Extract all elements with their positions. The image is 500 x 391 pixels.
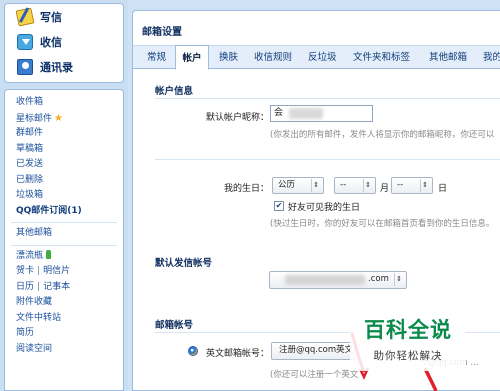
sidebar-item-inbox[interactable]: 收件箱 [5, 95, 123, 111]
updown-caret-icon: ⇕ [420, 179, 429, 192]
calendar-type-value: 公历 [278, 180, 296, 190]
month-value: -- [340, 180, 347, 190]
friends-visible-checkbox[interactable]: ✔ [274, 201, 284, 211]
section-rule [155, 159, 500, 160]
drift-bottle-label: 漂流瓶 [16, 250, 44, 261]
register-english-alias-button[interactable]: 注册@qq.com英文 [271, 342, 355, 360]
nickname-redaction [289, 108, 323, 119]
sidebar-divider [11, 222, 117, 223]
bottle-icon [46, 249, 52, 259]
watermark-title: 百科全说 [364, 318, 452, 342]
link-divider: | [37, 281, 41, 292]
tab-account[interactable]: 帐户 [175, 45, 209, 70]
star-icon: ★ [54, 112, 63, 124]
tab-receive-rules[interactable]: 收信规则 [254, 46, 292, 69]
tab-mine[interactable]: 我的 [483, 46, 500, 69]
sidebar-item-resume[interactable]: 简历 [5, 326, 123, 342]
day-select[interactable]: -- ⇕ [391, 177, 433, 194]
quick-actions-panel: 写信 收信 通讯录 [4, 3, 124, 83]
section-account-info: 帐户信息 [155, 86, 194, 97]
nickname-input[interactable]: 会 [270, 105, 373, 122]
tab-general[interactable]: 常规 [147, 46, 166, 69]
calendar-link[interactable]: 日历 [16, 282, 34, 292]
sidebar-item-other-mailbox[interactable]: 其他邮箱 [5, 226, 123, 242]
updown-caret-icon: ⇕ [311, 179, 320, 192]
nickname-label: 默认帐户昵称： [205, 113, 269, 123]
write-pencil-icon [15, 7, 35, 26]
sidebar-divider [11, 244, 117, 246]
postcard-link[interactable]: 明信片 [43, 266, 70, 276]
alias-hint: (你还可以注册一个英文 [270, 370, 359, 380]
birthday-label: 我的生日： [223, 184, 269, 194]
sidebar-item-deleted[interactable]: 已删除 [5, 173, 123, 189]
settings-tabbar: 常规 帐户 换肤 收信规则 反垃圾 文件夹和标签 其他邮箱 我的 [133, 45, 500, 70]
birthday-hint: (快过生日时，你的好友可以在邮箱首页看到你的生日信息。 [270, 219, 495, 229]
receive-button[interactable]: 收信 [5, 29, 123, 54]
folder-panel: 收件箱 星标邮件 ★ 群邮件 草稿箱 已发送 已删除 垃圾箱 QQ邮件订阅(1) … [4, 89, 124, 391]
tab-skin[interactable]: 换肤 [219, 46, 238, 69]
day-unit: 日 [438, 184, 448, 194]
inbox-arrow-icon [17, 33, 33, 50]
section-email-alias: 邮箱帐号 [155, 320, 194, 331]
sidebar-item-drafts[interactable]: 草稿箱 [5, 142, 123, 158]
sidebar-item-sent[interactable]: 已发送 [5, 157, 123, 173]
sidebar-item-starred-label: 星标邮件 [16, 113, 53, 124]
contacts-button[interactable]: 通讯录 [5, 54, 123, 79]
baike-watermark: 百科全说 助你轻松解决 [350, 311, 466, 371]
sender-account-suffix: .com [368, 274, 389, 284]
sidebar-item-spam[interactable]: 垃圾箱 [5, 188, 123, 204]
tab-other-mailbox[interactable]: 其他邮箱 [429, 46, 467, 69]
sender-account-redaction [285, 275, 365, 285]
default-sender-select[interactable]: .com ⇕ [269, 271, 407, 289]
month-select[interactable]: -- ⇕ [334, 177, 376, 194]
updown-caret-icon: ⇕ [394, 273, 403, 286]
updown-caret-icon: ⇕ [363, 179, 372, 192]
compose-button[interactable]: 写信 [5, 4, 123, 29]
nickname-hint: (你发出的所有邮件，发件人将显示你的邮箱昵称，你还可以 [270, 130, 495, 140]
sidebar-item-attachments[interactable]: 附件收藏 [5, 295, 123, 311]
sidebar-item-file-transfer[interactable]: 文件中转站 [5, 311, 123, 327]
contacts-label: 通讯录 [40, 60, 73, 74]
calendar-type-select[interactable]: 公历 ⇕ [272, 177, 324, 194]
section-rule [155, 98, 500, 99]
english-alias-label: 英文邮箱帐号： [205, 349, 269, 359]
sidebar-item-starred[interactable]: 星标邮件 ★ [5, 111, 123, 127]
friends-visible-label: 好友可见我的生日 [288, 203, 361, 213]
qq-penguin-icon [188, 346, 198, 356]
compose-label: 写信 [40, 10, 62, 24]
tab-anti-spam[interactable]: 反垃圾 [308, 46, 337, 69]
watermark-subtitle: 助你轻松解决 [373, 350, 443, 362]
notebook-link[interactable]: 记事本 [43, 282, 70, 292]
sidebar-item-group-mail[interactable]: 群邮件 [5, 126, 123, 142]
sidebar-item-cards: 贺卡 | 明信片 [5, 264, 123, 280]
day-value: -- [397, 180, 404, 190]
folder-list: 收件箱 星标邮件 ★ 群邮件 草稿箱 已发送 已删除 垃圾箱 QQ邮件订阅(1) … [5, 90, 123, 357]
sidebar-item-qq-subscription[interactable]: QQ邮件订阅(1) [5, 204, 123, 220]
sidebar-item-calendar: 日历 | 记事本 [5, 280, 123, 296]
page-title: 邮箱设置 [142, 27, 182, 38]
sidebar-item-reading-space[interactable]: 阅读空间 [5, 342, 123, 358]
link-divider: | [37, 266, 41, 276]
left-sidebar: 写信 收信 通讯录 收件箱 星标邮件 ★ 群邮件 草稿箱 已发送 已删除 垃圾箱 … [0, 0, 128, 391]
section-default-sender: 默认发信帐号 [155, 258, 213, 269]
nickname-value: 会 [274, 108, 284, 118]
tab-folders-labels[interactable]: 文件夹和标签 [353, 46, 410, 69]
sidebar-item-drift-bottle[interactable]: 漂流瓶 [5, 249, 123, 265]
receive-label: 收信 [40, 35, 62, 49]
contacts-book-icon [17, 58, 33, 75]
month-unit: 月 [380, 184, 390, 194]
greeting-card-link[interactable]: 贺卡 [16, 266, 34, 276]
